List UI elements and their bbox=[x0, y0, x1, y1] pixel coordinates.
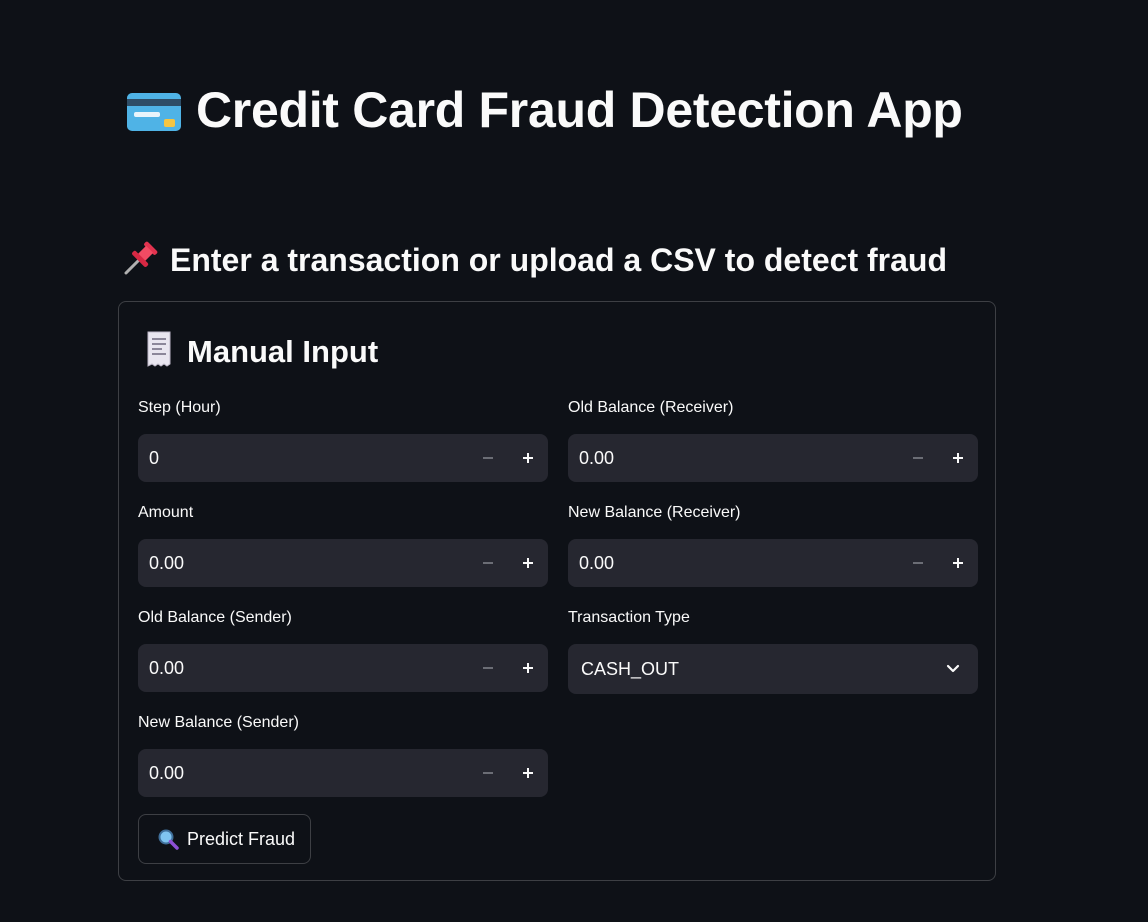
page-subtitle-text: Enter a transaction or upload a CSV to d… bbox=[170, 242, 948, 278]
old-balance-sender-input[interactable]: 0.00 bbox=[138, 644, 548, 692]
new-balance-sender-field: New Balance (Sender) 0.00 bbox=[138, 713, 548, 797]
step-field: Step (Hour) 0 bbox=[138, 398, 548, 482]
new-balance-receiver-field: New Balance (Receiver) 0.00 bbox=[568, 503, 978, 587]
step-increment-button[interactable] bbox=[508, 434, 548, 482]
new-balance-receiver-value[interactable]: 0.00 bbox=[568, 553, 898, 574]
page-title-text: Credit Card Fraud Detection App bbox=[196, 82, 963, 138]
minus-icon bbox=[483, 562, 493, 564]
amount-label: Amount bbox=[138, 504, 194, 521]
old-balance-sender-decrement-button[interactable] bbox=[468, 644, 508, 692]
transaction-type-field: Transaction Type CASH_OUT bbox=[568, 608, 978, 694]
plus-icon bbox=[523, 558, 533, 568]
magnifying-glass-icon bbox=[157, 828, 179, 850]
amount-increment-button[interactable] bbox=[508, 539, 548, 587]
new-balance-receiver-increment-button[interactable] bbox=[938, 539, 978, 587]
old-balance-sender-label: Old Balance (Sender) bbox=[138, 609, 292, 626]
step-decrement-button[interactable] bbox=[468, 434, 508, 482]
minus-icon bbox=[483, 667, 493, 669]
manual-input-heading-text: Manual Input bbox=[187, 334, 379, 369]
step-input[interactable]: 0 bbox=[138, 434, 548, 482]
chevron-down-icon[interactable] bbox=[928, 664, 978, 674]
page-title: Credit Card Fraud Detection App bbox=[118, 76, 998, 150]
transaction-type-value[interactable]: CASH_OUT bbox=[568, 659, 928, 680]
old-balance-sender-increment-button[interactable] bbox=[508, 644, 548, 692]
credit-card-icon bbox=[126, 82, 182, 150]
plus-icon bbox=[523, 453, 533, 463]
pushpin-icon bbox=[122, 241, 160, 284]
old-balance-receiver-value[interactable]: 0.00 bbox=[568, 448, 898, 469]
minus-icon bbox=[913, 562, 923, 564]
new-balance-sender-increment-button[interactable] bbox=[508, 749, 548, 797]
transaction-type-select[interactable]: CASH_OUT bbox=[568, 644, 978, 694]
amount-input[interactable]: 0.00 bbox=[138, 539, 548, 587]
minus-icon bbox=[483, 457, 493, 459]
new-balance-sender-value[interactable]: 0.00 bbox=[138, 763, 468, 784]
amount-field: Amount 0.00 bbox=[138, 503, 548, 587]
old-balance-receiver-increment-button[interactable] bbox=[938, 434, 978, 482]
old-balance-sender-value[interactable]: 0.00 bbox=[138, 658, 468, 679]
manual-input-heading: Manual Input bbox=[143, 330, 378, 380]
plus-icon bbox=[523, 663, 533, 673]
amount-decrement-button[interactable] bbox=[468, 539, 508, 587]
amount-value[interactable]: 0.00 bbox=[138, 553, 468, 574]
new-balance-sender-input[interactable]: 0.00 bbox=[138, 749, 548, 797]
old-balance-receiver-decrement-button[interactable] bbox=[898, 434, 938, 482]
new-balance-receiver-label: New Balance (Receiver) bbox=[568, 504, 741, 521]
old-balance-receiver-input[interactable]: 0.00 bbox=[568, 434, 978, 482]
new-balance-receiver-input[interactable]: 0.00 bbox=[568, 539, 978, 587]
new-balance-receiver-decrement-button[interactable] bbox=[898, 539, 938, 587]
predict-fraud-button[interactable]: Predict Fraud bbox=[138, 814, 312, 864]
minus-icon bbox=[913, 457, 923, 459]
new-balance-sender-label: New Balance (Sender) bbox=[138, 714, 299, 731]
minus-icon bbox=[483, 772, 493, 774]
plus-icon bbox=[523, 768, 533, 778]
manual-input-form: Step (Hour) 0 Amount 0.00 Old Balance (S… bbox=[118, 301, 996, 881]
predict-fraud-label: Predict Fraud bbox=[187, 828, 296, 849]
step-label: Step (Hour) bbox=[138, 399, 221, 416]
plus-icon bbox=[953, 558, 963, 568]
page-subtitle: Enter a transaction or upload a CSV to d… bbox=[122, 240, 947, 284]
step-value[interactable]: 0 bbox=[138, 448, 468, 469]
old-balance-receiver-label: Old Balance (Receiver) bbox=[568, 399, 734, 416]
receipt-icon bbox=[143, 330, 175, 380]
old-balance-receiver-field: Old Balance (Receiver) 0.00 bbox=[568, 398, 978, 482]
transaction-type-label: Transaction Type bbox=[568, 609, 690, 626]
plus-icon bbox=[953, 453, 963, 463]
new-balance-sender-decrement-button[interactable] bbox=[468, 749, 508, 797]
old-balance-sender-field: Old Balance (Sender) 0.00 bbox=[138, 608, 548, 692]
